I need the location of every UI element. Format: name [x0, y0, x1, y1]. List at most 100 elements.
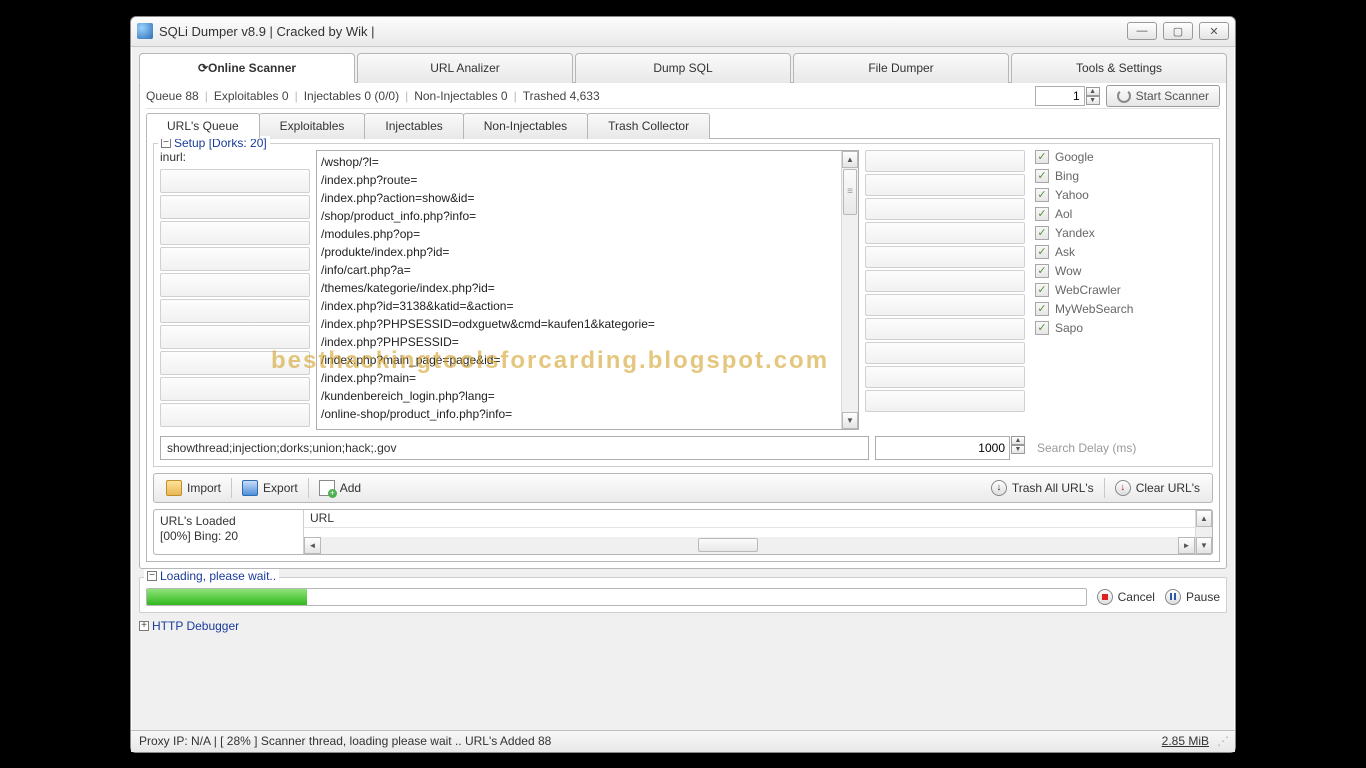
trash-all-button[interactable]: ↓Trash All URL's — [985, 477, 1100, 499]
dorks-list[interactable]: /wshop/?l=/index.php?route=/index.php?ac… — [316, 150, 859, 430]
engine-slot[interactable] — [865, 318, 1025, 340]
inurl-field[interactable] — [160, 273, 310, 297]
hscroll-thumb[interactable] — [698, 538, 758, 552]
scroll-right-icon[interactable]: ► — [1178, 537, 1195, 554]
url-column-header[interactable]: URL — [304, 510, 1195, 528]
close-button[interactable]: ✕ — [1199, 22, 1229, 40]
engine-yandex[interactable]: ✓Yandex — [1035, 226, 1206, 240]
dork-line[interactable]: /online-shop/product_info.php?info= — [321, 405, 837, 423]
loading-legend[interactable]: − Loading, please wait.. — [144, 569, 279, 583]
inurl-field[interactable] — [160, 299, 310, 323]
dork-line[interactable]: /kundenbereich_login.php?lang= — [321, 387, 837, 405]
sub-tab-url-s-queue[interactable]: URL's Queue — [146, 113, 260, 139]
engine-slot[interactable] — [865, 342, 1025, 364]
inurl-field[interactable] — [160, 221, 310, 245]
main-tab-url-analizer[interactable]: URL Analizer — [357, 53, 573, 83]
engine-yahoo[interactable]: ✓Yahoo — [1035, 188, 1206, 202]
engine-slot[interactable] — [865, 366, 1025, 388]
engine-slot[interactable] — [865, 174, 1025, 196]
inurl-field[interactable] — [160, 325, 310, 349]
inurl-field[interactable] — [160, 247, 310, 271]
checkbox-icon[interactable]: ✓ — [1035, 321, 1049, 335]
dork-line[interactable]: /index.php?PHPSESSID= — [321, 333, 837, 351]
collapse-icon[interactable]: − — [161, 138, 171, 148]
sub-tab-trash-collector[interactable]: Trash Collector — [587, 113, 710, 139]
minimize-button[interactable]: — — [1127, 22, 1157, 40]
main-tab-dump-sql[interactable]: Dump SQL — [575, 53, 791, 83]
dork-line[interactable]: /modules.php?op= — [321, 225, 837, 243]
add-button[interactable]: Add — [313, 477, 367, 499]
engine-slot[interactable] — [865, 150, 1025, 172]
engine-wow[interactable]: ✓Wow — [1035, 264, 1206, 278]
threads-spinner-buttons[interactable]: ▲▼ — [1086, 87, 1100, 105]
checkbox-icon[interactable]: ✓ — [1035, 150, 1049, 164]
delay-spinner-buttons[interactable]: ▲▼ — [1011, 436, 1025, 460]
titlebar[interactable]: SQLi Dumper v8.9 | Cracked by Wik | — ▢ … — [131, 17, 1235, 47]
checkbox-icon[interactable]: ✓ — [1035, 302, 1049, 316]
checkbox-icon[interactable]: ✓ — [1035, 207, 1049, 221]
http-debugger-toggle[interactable]: + HTTP Debugger — [139, 619, 1227, 633]
checkbox-icon[interactable]: ✓ — [1035, 226, 1049, 240]
inurl-field[interactable] — [160, 351, 310, 375]
engine-mywebsearch[interactable]: ✓MyWebSearch — [1035, 302, 1206, 316]
expand-icon[interactable]: + — [139, 621, 149, 631]
sub-tab-non-injectables[interactable]: Non-Injectables — [463, 113, 588, 139]
dork-line[interactable]: /index.php?id=3138&katid=&action= — [321, 297, 837, 315]
scroll-up-icon[interactable]: ▲ — [842, 151, 858, 168]
collapse-icon[interactable]: − — [147, 571, 157, 581]
delay-input[interactable] — [875, 436, 1010, 460]
dork-line[interactable]: /themes/kategorie/index.php?id= — [321, 279, 837, 297]
scroll-thumb[interactable] — [843, 169, 857, 215]
engine-slot[interactable] — [865, 198, 1025, 220]
main-tab-file-dumper[interactable]: File Dumper — [793, 53, 1009, 83]
engine-sapo[interactable]: ✓Sapo — [1035, 321, 1206, 335]
inurl-field[interactable] — [160, 403, 310, 427]
main-tab-online-scanner[interactable]: ⟳ Online Scanner — [139, 53, 355, 83]
dork-line[interactable]: /shop/product_info.php?info= — [321, 207, 837, 225]
checkbox-icon[interactable]: ✓ — [1035, 245, 1049, 259]
dork-line[interactable]: /produkte/index.php?id= — [321, 243, 837, 261]
inurl-field[interactable] — [160, 377, 310, 401]
sub-tab-injectables[interactable]: Injectables — [364, 113, 463, 139]
dork-line[interactable]: /index.php?main= — [321, 369, 837, 387]
dork-line[interactable]: /index.php?route= — [321, 171, 837, 189]
filter-input[interactable] — [160, 436, 869, 460]
engine-google[interactable]: ✓Google — [1035, 150, 1206, 164]
engine-slot[interactable] — [865, 222, 1025, 244]
clear-button[interactable]: ↓Clear URL's — [1109, 477, 1206, 499]
checkbox-icon[interactable]: ✓ — [1035, 169, 1049, 183]
engine-aol[interactable]: ✓Aol — [1035, 207, 1206, 221]
cancel-button[interactable]: Cancel — [1097, 589, 1155, 605]
dork-line[interactable]: /index.php?main_page=page&id= — [321, 351, 837, 369]
inurl-field[interactable] — [160, 169, 310, 193]
memory-usage[interactable]: 2.85 MiB — [1162, 734, 1209, 748]
engine-slot[interactable] — [865, 390, 1025, 412]
engine-slot[interactable] — [865, 246, 1025, 268]
resize-grip-icon[interactable]: ⋰ — [1217, 734, 1227, 748]
import-button[interactable]: Import — [160, 477, 227, 499]
inurl-field[interactable] — [160, 195, 310, 219]
main-tab-tools-settings[interactable]: Tools & Settings — [1011, 53, 1227, 83]
scroll-down-icon[interactable]: ▼ — [1196, 537, 1212, 554]
sub-tab-exploitables[interactable]: Exploitables — [259, 113, 366, 139]
dork-line[interactable]: /wshop/?l= — [321, 153, 837, 171]
dork-line[interactable]: /index.php?PHPSESSID=odxguetw&cmd=kaufen… — [321, 315, 837, 333]
scroll-down-icon[interactable]: ▼ — [842, 412, 858, 429]
engine-webcrawler[interactable]: ✓WebCrawler — [1035, 283, 1206, 297]
dorks-scrollbar[interactable]: ▲ ▼ — [841, 151, 858, 429]
checkbox-icon[interactable]: ✓ — [1035, 188, 1049, 202]
pause-button[interactable]: Pause — [1165, 589, 1220, 605]
engine-slot[interactable] — [865, 294, 1025, 316]
threads-input[interactable] — [1035, 86, 1085, 106]
url-hscroll[interactable]: ◄ ► — [304, 537, 1195, 554]
checkbox-icon[interactable]: ✓ — [1035, 283, 1049, 297]
engine-bing[interactable]: ✓Bing — [1035, 169, 1206, 183]
scroll-up-icon[interactable]: ▲ — [1196, 510, 1212, 527]
maximize-button[interactable]: ▢ — [1163, 22, 1193, 40]
start-scanner-button[interactable]: Start Scanner — [1106, 85, 1220, 107]
export-button[interactable]: Export — [236, 477, 304, 499]
checkbox-icon[interactable]: ✓ — [1035, 264, 1049, 278]
url-vscroll[interactable]: ▲ ▼ — [1195, 510, 1212, 554]
dork-line[interactable]: /index.php?action=show&id= — [321, 189, 837, 207]
engine-ask[interactable]: ✓Ask — [1035, 245, 1206, 259]
